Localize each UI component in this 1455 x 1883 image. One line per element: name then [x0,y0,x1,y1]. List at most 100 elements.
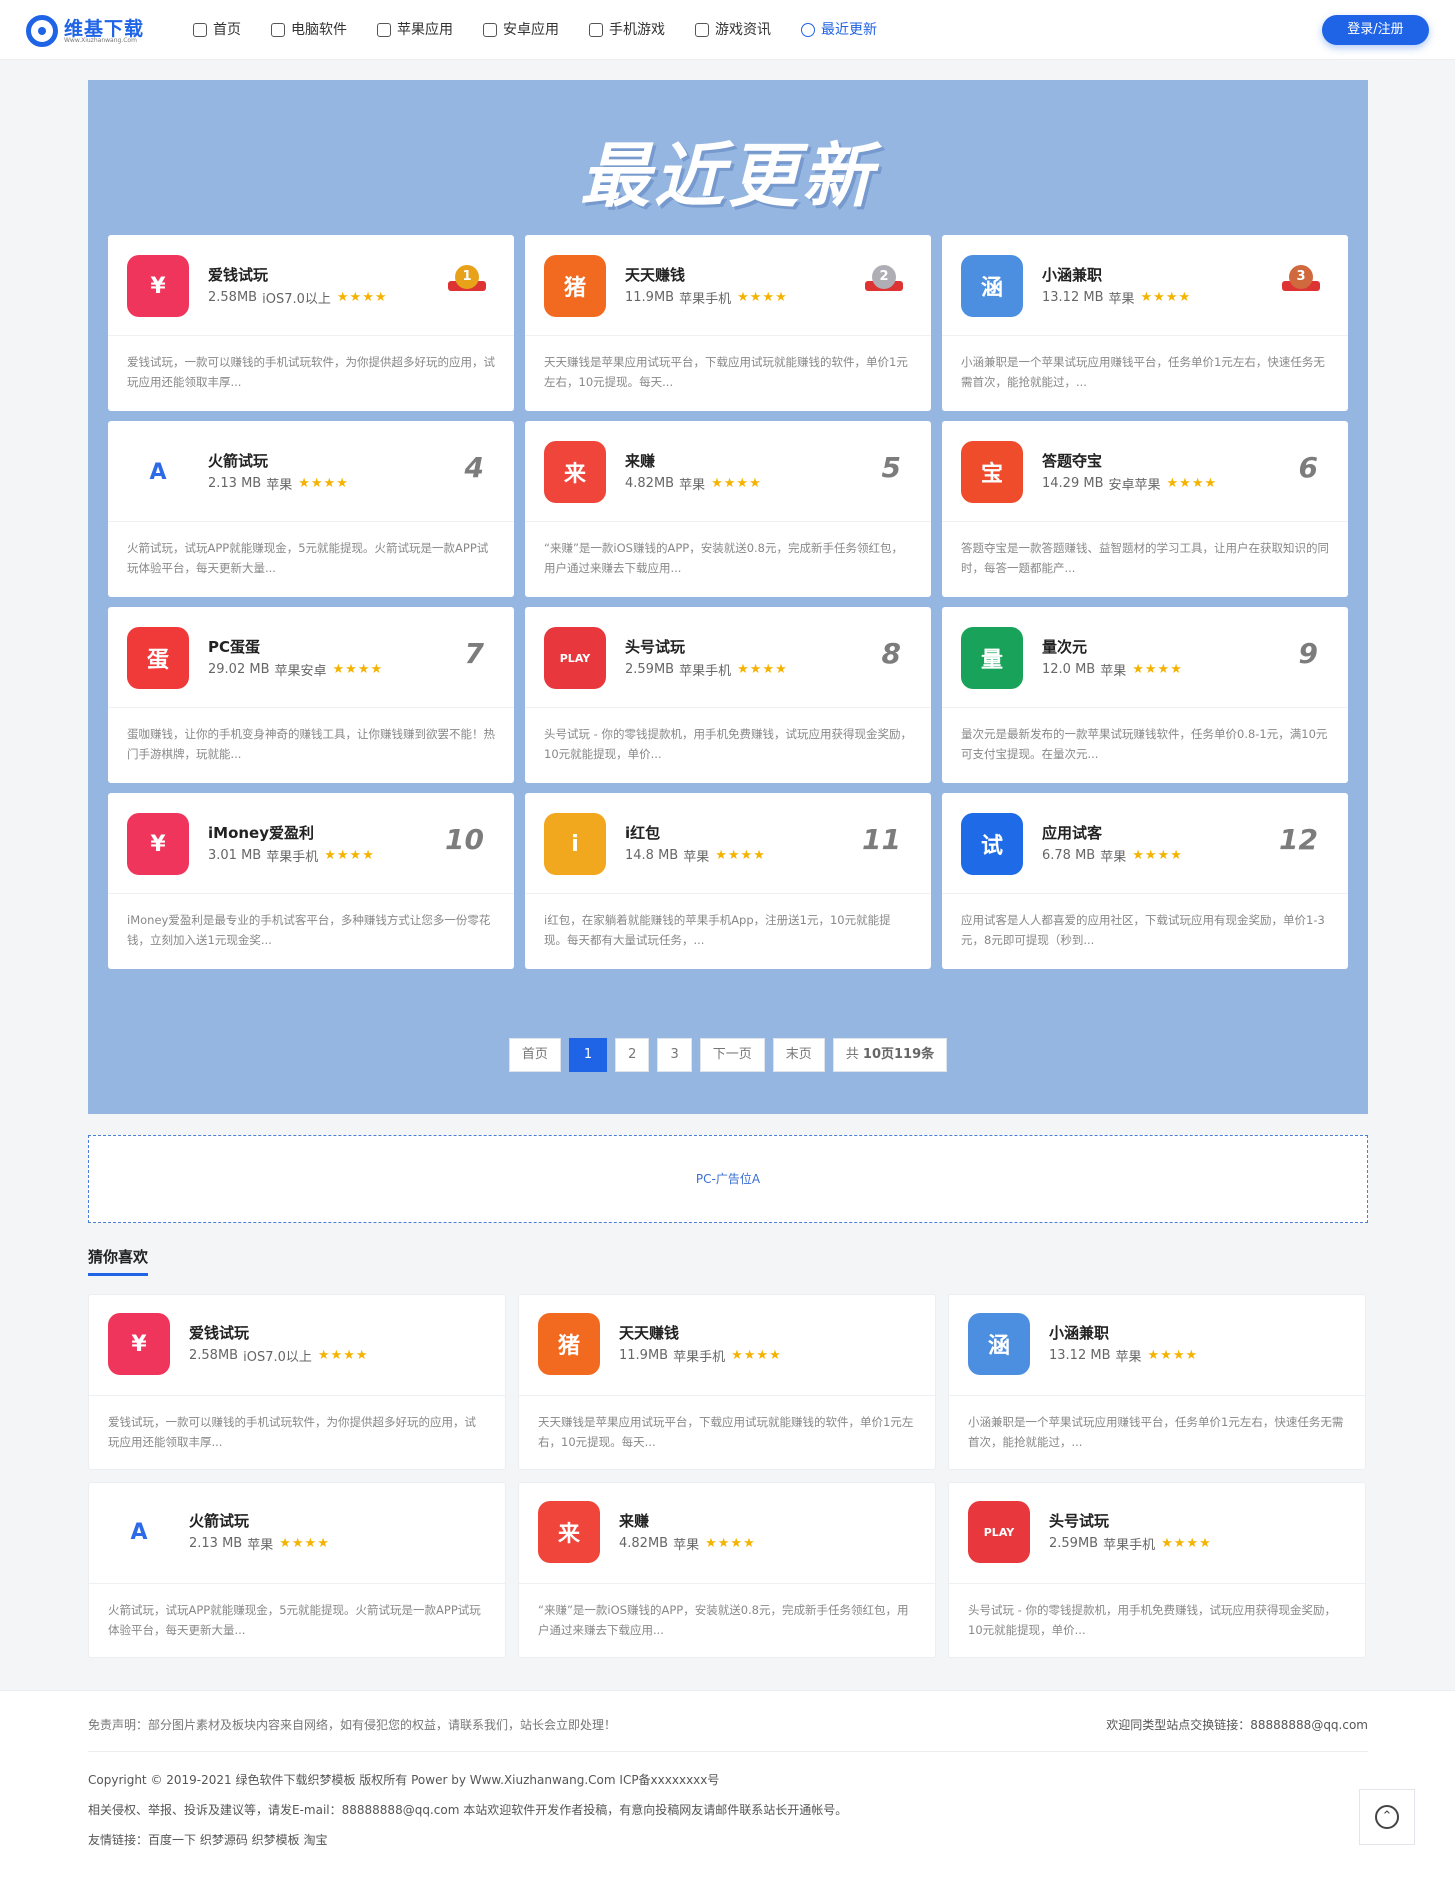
nav-item-2[interactable]: 苹果应用 [377,0,453,60]
card-divider [942,893,1348,894]
app-name[interactable]: 应用试客 [1042,822,1102,843]
app-card[interactable]: PLAY 头号试玩 2.59MB 苹果手机 ★ ★ ★ ★ 头号试玩 - 你的零钱提款机，用手机… [948,1482,1366,1658]
footer-links[interactable]: 友情链接：百度一下 织梦源码 织梦模板 淘宝 [88,1831,327,1848]
app-meta: 2.58MB iOS7.0以上 ★ ★ ★ ★ [208,288,388,307]
app-card[interactable]: 蛋 PC蛋蛋 29.02 MB 苹果安卓 ★ ★ ★ ★ 7 蛋咖赚钱，让你的手机变身神奇的赚钱工… [108,607,514,783]
app-icon[interactable]: 来 [538,1501,600,1563]
app-icon[interactable]: i [544,813,606,875]
nav-item-3[interactable]: 安卓应用 [483,0,559,60]
app-card[interactable]: i i红包 14.8 MB 苹果 ★ ★ ★ ★ 11 i红包，在家躺着就能赚钱的苹果手机App，… [525,793,931,969]
star-icon: ★ [727,848,740,863]
app-platform: 苹果 [673,1538,700,1553]
app-name[interactable]: 小涵兼职 [1042,264,1102,285]
star-icon: ★ [310,476,323,491]
star-icon: ★ [357,662,370,677]
app-card[interactable]: 涵小涵兼职 13.12 MB 苹果 ★ ★ ★ ★ 3 小涵兼职是一个苹果试玩应用赚钱平台，任务… [942,235,1348,411]
footer-exchange[interactable]: 欢迎同类型站点交换链接：88888888@qq.com [1106,1716,1368,1733]
app-name[interactable]: 爱钱试玩 [208,264,268,285]
rank-medal-icon: 1 [448,265,486,299]
app-card[interactable]: A 火箭试玩 2.13 MB 苹果 ★ ★ ★ ★ 4 火箭试玩，试玩APP就能赚现金，5元就能提… [108,421,514,597]
app-card[interactable]: 猪天天赚钱 11.9MB 苹果手机 ★ ★ ★ ★ 2 天天赚钱是苹果应用试玩平台，下载应用试玩… [525,235,931,411]
app-icon[interactable]: ¥ [127,813,189,875]
app-icon[interactable]: 涵 [968,1313,1030,1375]
app-card[interactable]: 宝答题夺宝 14.29 MB 安卓苹果 ★ ★ ★ ★ 6 答题夺宝是一款答题赚钱、益智题材的学… [942,421,1348,597]
app-card[interactable]: ¥ 爱钱试玩 2.58MB iOS7.0以上 ★ ★ ★ ★ 爱钱试玩，一款可以赚钱的手机试玩软… [88,1294,506,1470]
app-name[interactable]: 量次元 [1042,636,1087,657]
app-icon[interactable]: A [127,441,189,503]
back-to-top-button[interactable]: ⌃ [1359,1789,1415,1845]
star-icon: ★ [370,662,383,677]
star-icon: ★ [1140,290,1153,305]
app-card[interactable]: ¥ iMoney爱盈利 3.01 MB 苹果手机 ★ ★ ★ ★ 10 iMoney爱盈利是最专业… [108,793,514,969]
app-name[interactable]: PC蛋蛋 [208,636,260,657]
page-1-button[interactable]: 1 [568,1038,608,1072]
page-3-button[interactable]: 3 [657,1038,692,1072]
nav-item-6[interactable]: 最近更新 [801,0,877,60]
app-name[interactable]: 火箭试玩 [189,1510,249,1531]
app-name[interactable]: iMoney爱盈利 [208,822,314,843]
star-icon: ★ [769,1348,781,1363]
app-icon[interactable]: 猪 [544,255,606,317]
home-icon [193,23,207,37]
app-icon[interactable]: 猪 [538,1313,600,1375]
app-card[interactable]: 涵小涵兼职 13.12 MB 苹果 ★ ★ ★ ★ 小涵兼职是一个苹果试玩应用赚钱平台，任务单… [948,1294,1366,1470]
page-first-button[interactable]: 首页 [508,1038,561,1072]
app-card[interactable]: PLAY 头号试玩 2.59MB 苹果手机 ★ ★ ★ ★ 8 头号试玩 - 你的零钱提款机，用手… [525,607,931,783]
rating-stars: ★ ★ ★ ★ [324,848,375,863]
rating-stars: ★ ★ ★ ★ [279,1536,330,1551]
nav-item-0[interactable]: 首页 [193,0,241,60]
app-name[interactable]: 头号试玩 [625,636,685,657]
nav-item-5[interactable]: 游戏资讯 [695,0,771,60]
star-icon: ★ [775,662,787,677]
app-icon[interactable]: ¥ [108,1313,170,1375]
app-card[interactable]: ¥ 爱钱试玩 2.58MB iOS7.0以上 ★ ★ ★ ★ 1 爱钱试玩，一款可以赚钱的手机试玩… [108,235,514,411]
nav-item-4[interactable]: 手机游戏 [589,0,665,60]
app-card[interactable]: 来来赚 4.82MB 苹果 ★ ★ ★ ★ 5 “来赚”是一款iOS赚钱的APP，安装就送0.8… [525,421,931,597]
star-icon: ★ [1199,1536,1211,1551]
app-card[interactable]: A 火箭试玩 2.13 MB 苹果 ★ ★ ★ ★ 火箭试玩，试玩APP就能赚现金，5元就能提现… [88,1482,506,1658]
app-card[interactable]: 猪天天赚钱 11.9MB 苹果手机 ★ ★ ★ ★ 天天赚钱是苹果应用试玩平台，下载应用试玩就… [518,1294,936,1470]
app-size: 2.13 MB [208,476,262,491]
app-name[interactable]: 天天赚钱 [625,264,685,285]
ad-slot[interactable]: PC-广告位A [88,1135,1368,1223]
login-register-button[interactable]: 登录/注册 [1322,15,1429,45]
app-icon[interactable]: 量 [961,627,1023,689]
app-name[interactable]: 来赚 [625,450,655,471]
app-meta: 4.82MB 苹果 ★ ★ ★ ★ [619,1534,756,1553]
app-size: 29.02 MB [208,662,270,677]
app-name[interactable]: 来赚 [619,1510,649,1531]
app-icon[interactable]: 来 [544,441,606,503]
app-name[interactable]: 答题夺宝 [1042,450,1102,471]
page-last-button[interactable]: 末页 [772,1038,825,1072]
app-name[interactable]: 火箭试玩 [208,450,268,471]
app-icon[interactable]: PLAY [968,1501,1030,1563]
app-icon[interactable]: 宝 [961,441,1023,503]
app-name[interactable]: 天天赚钱 [619,1322,679,1343]
app-card[interactable]: 量量次元 12.0 MB 苹果 ★ ★ ★ ★ 9 量次元是最新发布的一款苹果试玩赚钱软件，任务… [942,607,1348,783]
star-icon: ★ [753,848,765,863]
star-icon: ★ [1144,848,1157,863]
app-name[interactable]: i红包 [625,822,660,843]
app-name[interactable]: 小涵兼职 [1049,1322,1109,1343]
app-card[interactable]: 试应用试客 6.78 MB 苹果 ★ ★ ★ ★ 12 应用试客是人人都喜爱的应用社区，下载试玩… [942,793,1348,969]
app-icon[interactable]: PLAY [544,627,606,689]
app-description: 头号试玩 - 你的零钱提款机，用手机免费赚钱，试玩应用获得现金奖励，10元就能提… [544,727,912,761]
app-icon[interactable]: 试 [961,813,1023,875]
page-next-button[interactable]: 下一页 [699,1038,765,1072]
app-description: “来赚”是一款iOS赚钱的APP，安装就送0.8元，完成新手任务领红包，用户通过… [544,541,903,575]
nav-item-1[interactable]: 电脑软件 [271,0,347,60]
app-icon[interactable]: 蛋 [127,627,189,689]
game-icon [589,23,603,37]
page-2-button[interactable]: 2 [615,1038,650,1072]
site-logo[interactable]: 维基下载 Www.Xiuzhanwang.Com [26,12,146,50]
app-name[interactable]: 爱钱试玩 [189,1322,249,1343]
app-icon[interactable]: ¥ [127,255,189,317]
app-card[interactable]: 来来赚 4.82MB 苹果 ★ ★ ★ ★ “来赚”是一款iOS赚钱的APP，安装就送0.8元… [518,1482,936,1658]
app-meta: 12.0 MB 苹果 ★ ★ ★ ★ [1042,660,1183,679]
app-icon[interactable]: A [108,1501,170,1563]
rating-stars: ★ ★ ★ ★ [737,662,788,677]
app-name[interactable]: 头号试玩 [1049,1510,1109,1531]
star-icon: ★ [336,290,349,305]
app-size: 2.58MB [189,1348,239,1363]
app-icon[interactable]: 涵 [961,255,1023,317]
